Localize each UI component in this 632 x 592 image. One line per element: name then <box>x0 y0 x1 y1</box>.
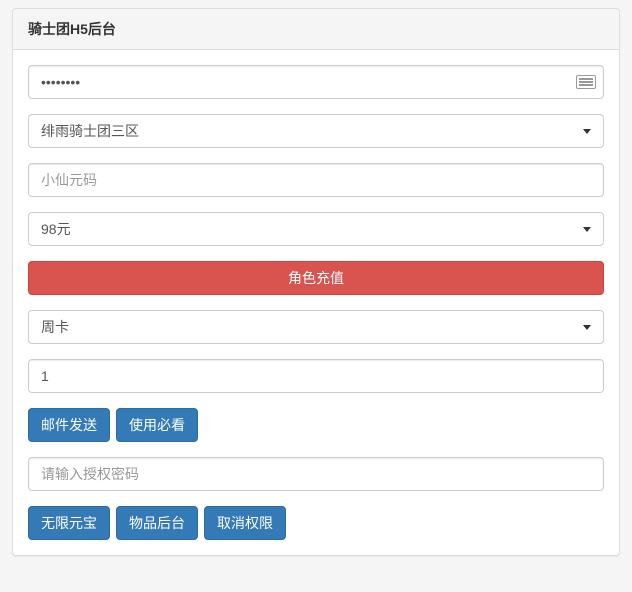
amount-select[interactable]: 98元 <box>28 212 604 246</box>
role-input[interactable] <box>28 163 604 197</box>
panel-body: 绯雨骑士团三区 98元 角色充值 周卡 <box>13 50 619 555</box>
panel-title: 骑士团H5后台 <box>13 9 619 50</box>
chevron-down-icon <box>583 325 591 330</box>
amount-select-value: 98元 <box>41 219 71 239</box>
revoke-permission-button[interactable]: 取消权限 <box>204 506 286 540</box>
server-select-value: 绯雨骑士团三区 <box>41 121 139 141</box>
unlimited-gold-button[interactable]: 无限元宝 <box>28 506 110 540</box>
auth-password-input[interactable] <box>28 457 604 491</box>
card-select-value: 周卡 <box>41 317 69 337</box>
password-input[interactable] <box>28 65 604 99</box>
recharge-button[interactable]: 角色充值 <box>28 261 604 295</box>
mail-send-button[interactable]: 邮件发送 <box>28 408 110 442</box>
card-select[interactable]: 周卡 <box>28 310 604 344</box>
usage-note-button[interactable]: 使用必看 <box>116 408 198 442</box>
chevron-down-icon <box>583 227 591 232</box>
admin-panel: 骑士团H5后台 绯雨骑士团三区 98元 <box>12 8 620 556</box>
item-backend-button[interactable]: 物品后台 <box>116 506 198 540</box>
quantity-input[interactable] <box>28 359 604 393</box>
chevron-down-icon <box>583 129 591 134</box>
server-select[interactable]: 绯雨骑士团三区 <box>28 114 604 148</box>
